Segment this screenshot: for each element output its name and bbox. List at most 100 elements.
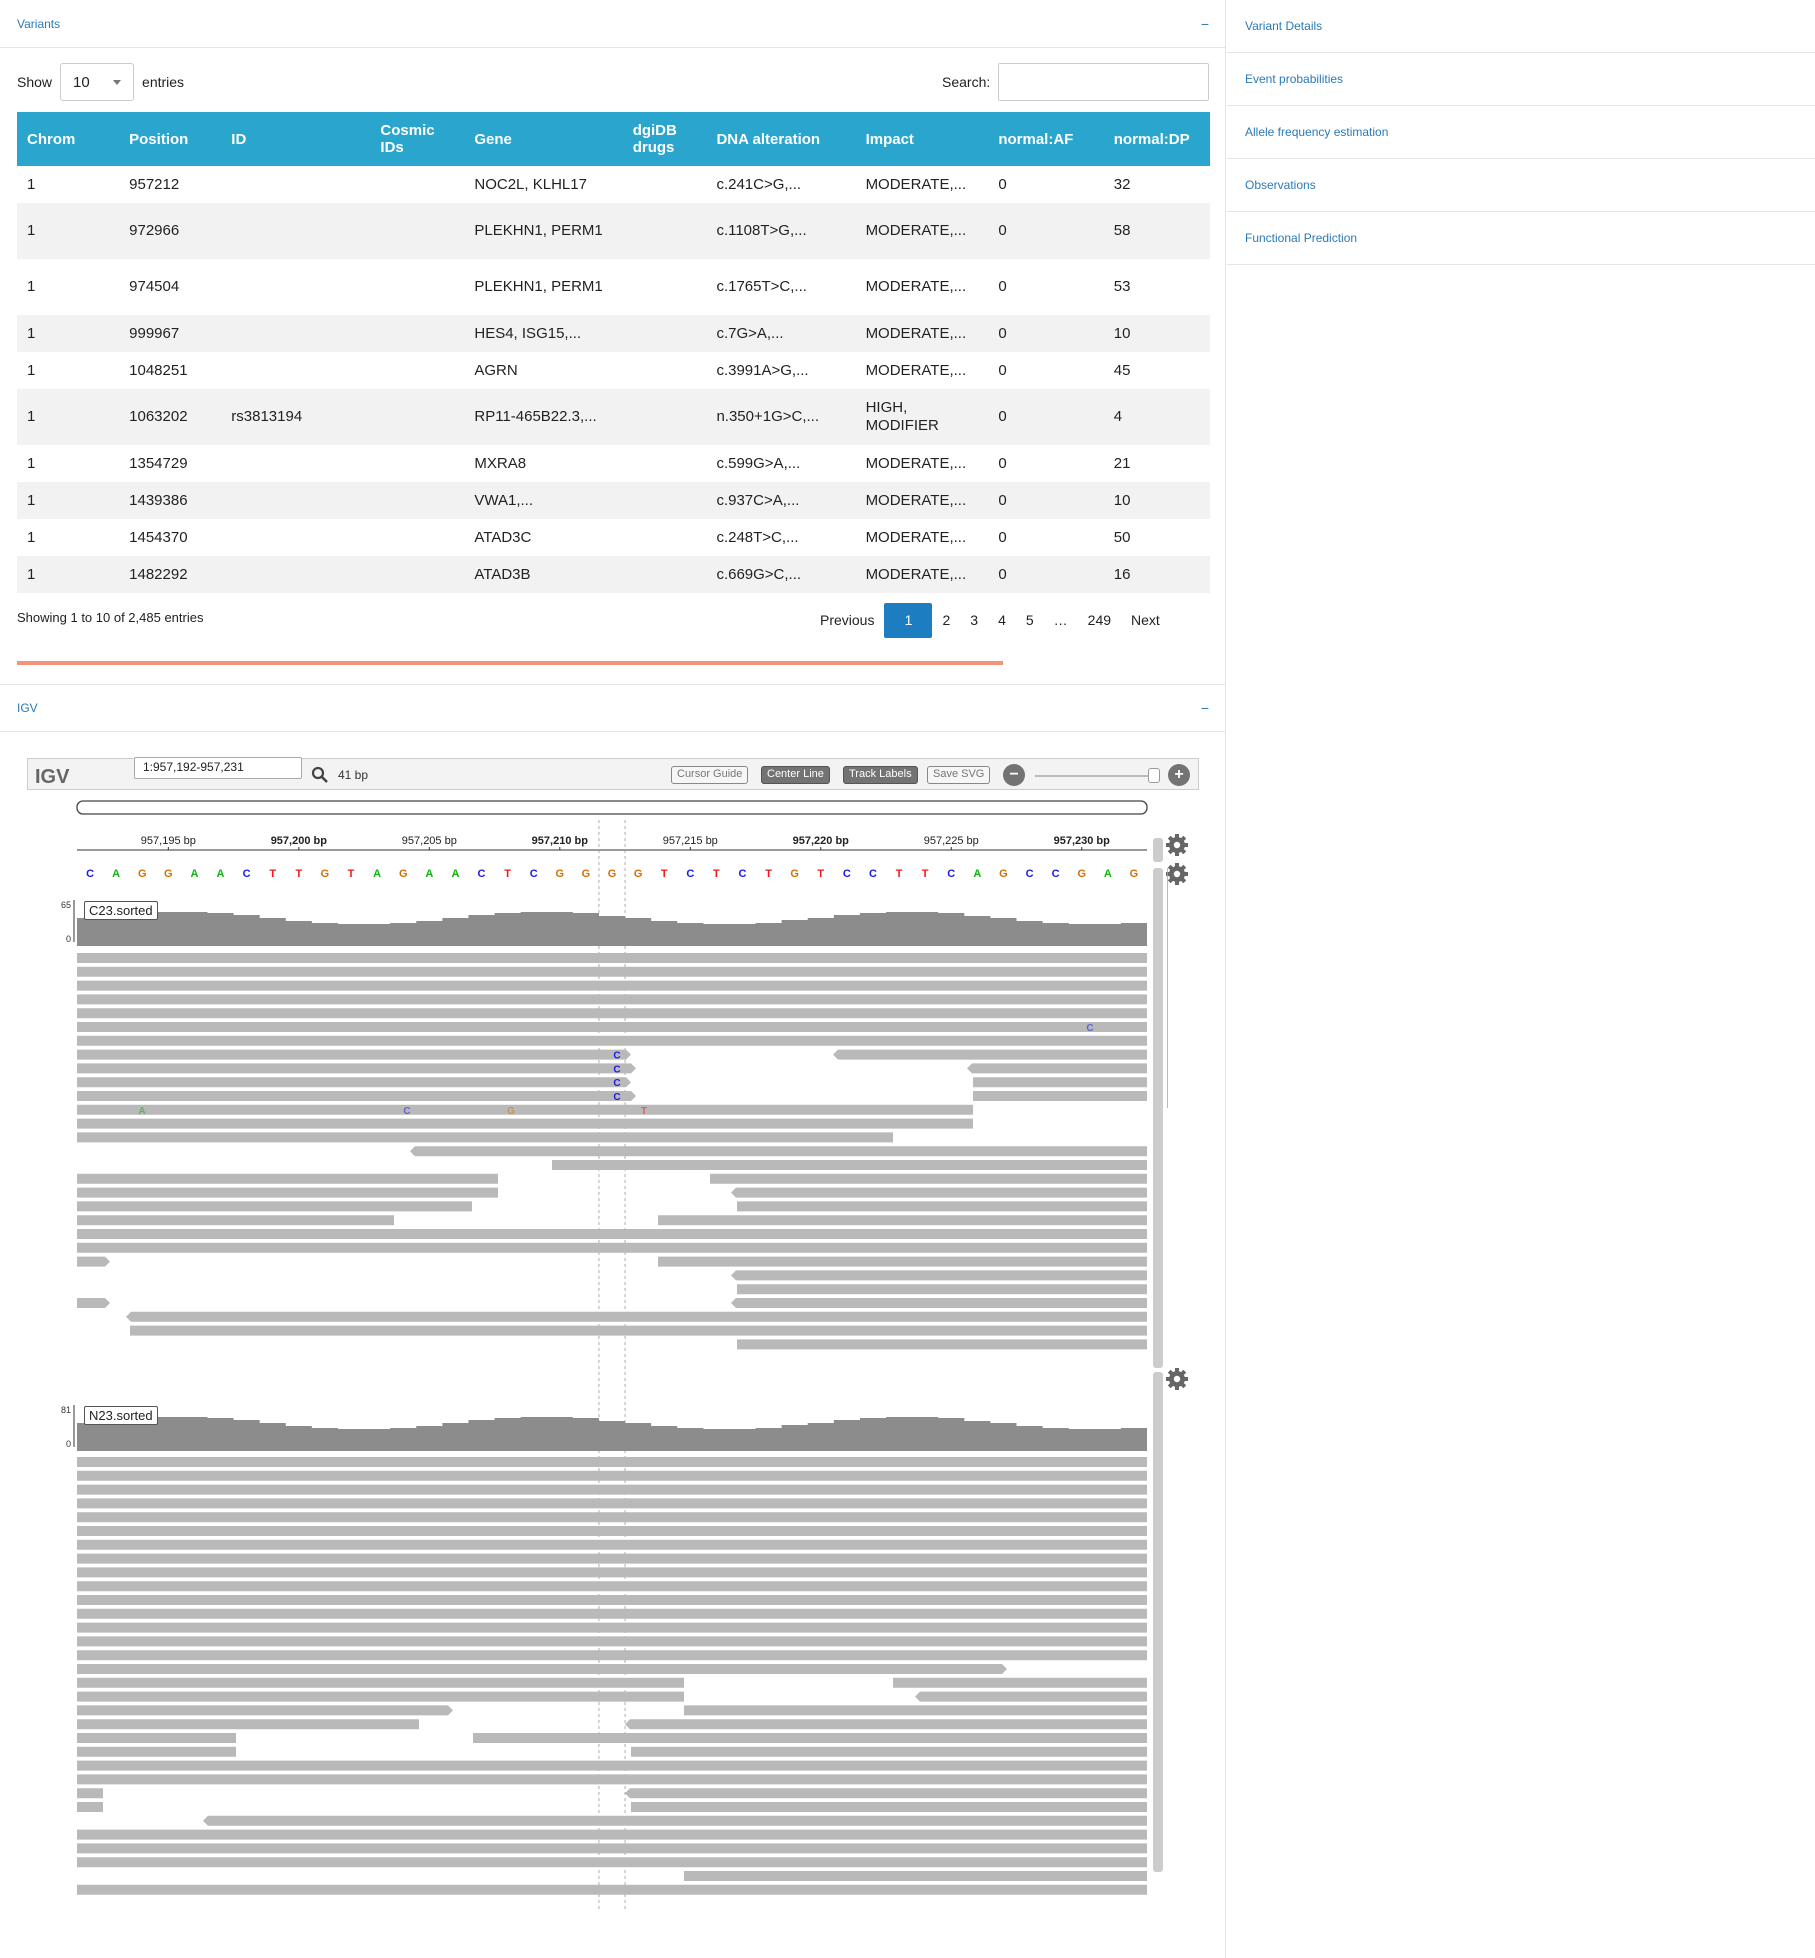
entries-select[interactable]: 10 — [60, 63, 135, 101]
right-panel-item[interactable]: Event probabilities — [1227, 53, 1815, 106]
igv-panel-header[interactable]: IGV − — [0, 684, 1226, 732]
table-cell: AGRN — [474, 361, 518, 379]
page-button[interactable]: 4 — [988, 603, 1016, 638]
search-label: Search: — [942, 74, 991, 90]
table-cell — [370, 556, 465, 593]
mismatch-base: C — [613, 1064, 620, 1075]
table-row[interactable]: 1 999967 HES4, ISG15,... c.7G>A,... MODERATE… — [17, 315, 1210, 352]
igv-toolbar: IGV 1:957,192-957,231 41 bp Cursor Guide… — [27, 757, 1199, 790]
column-header[interactable]: dgiDB drugs — [622, 112, 707, 166]
table-cell: 1063202 — [119, 389, 222, 445]
table-row[interactable]: 1 1439386 VWA1,... c.937C>A,... MODERATE,...… — [17, 482, 1210, 519]
table-row[interactable]: 1 1482292 ATAD3B c.669G>C,... MODERATE,... 0 1… — [17, 556, 1210, 593]
table-row[interactable]: 1 972966 PLEKHN1, PERM1 c.1108T>G,... MODERA… — [17, 203, 1210, 259]
coverage-max-label: 81 — [61, 1405, 71, 1415]
table-row[interactable]: 1 1063202 rs3813194 RP11-465B22.3,... n.350+… — [17, 389, 1210, 445]
coverage-min-label: 0 — [66, 934, 71, 944]
center-line-button[interactable]: Center Line — [761, 766, 830, 784]
alignment-read — [731, 1187, 1147, 1198]
alignment-read — [77, 1746, 236, 1757]
alignment-read — [77, 1022, 1147, 1032]
table-row[interactable]: 1 974504 PLEKHN1, PERM1 c.1765T>C,... MODERA… — [17, 259, 1210, 315]
ruler-tick-label: 957,225 bp — [924, 835, 979, 847]
alignment-read — [77, 1526, 1147, 1536]
collapse-icon[interactable]: − — [1201, 16, 1209, 32]
right-panel-item[interactable]: Allele frequency estimation — [1227, 106, 1815, 159]
mismatch-base: A — [138, 1106, 145, 1117]
previous-page-button[interactable]: Previous — [810, 603, 884, 638]
alignment-read — [77, 1008, 1147, 1019]
table-cell — [370, 166, 464, 203]
next-page-button[interactable]: Next — [1121, 603, 1170, 638]
table-cell: VWA1,... — [464, 482, 623, 519]
search-input[interactable] — [998, 63, 1210, 101]
table-cell — [370, 315, 465, 352]
column-header[interactable]: Impact — [855, 112, 989, 166]
variants-panel-title[interactable]: Variants — [17, 17, 60, 31]
entries-label: entries — [142, 74, 185, 90]
table-cell: 0 — [998, 528, 1007, 546]
right-panel-item[interactable]: Functional Prediction — [1227, 212, 1815, 265]
sequence-base: G — [1077, 868, 1086, 880]
sequence-base: A — [190, 868, 198, 880]
alignment-read — [77, 1035, 1147, 1046]
locus-input[interactable]: 1:957,192-957,231 — [134, 757, 302, 779]
column-header[interactable]: normal:AF — [988, 112, 1104, 166]
table-row[interactable]: 1 1454370 ATAD3C c.248T>C,... MODERATE,... 0 5… — [17, 519, 1210, 556]
alignment-read — [77, 1539, 1147, 1550]
column-header[interactable]: ID — [221, 112, 371, 166]
zoom-in-icon[interactable]: + — [1168, 764, 1190, 786]
sequence-base: A — [425, 868, 433, 880]
table-cell: c.3991A>G,... — [716, 361, 809, 379]
column-header[interactable]: Cosmic IDs — [370, 112, 465, 166]
table-cell — [221, 445, 370, 482]
page-button[interactable]: 5 — [1016, 603, 1044, 638]
entries-length-control: Show 10 entries — [17, 63, 184, 101]
sequence-base: C — [86, 868, 94, 880]
zoom-out-icon[interactable]: − — [1003, 764, 1025, 786]
table-header-row: Chrom Position ID Cosmic IDs Gene dgiDB drugs… — [17, 112, 1210, 166]
table-cell: 50 — [1113, 528, 1131, 546]
table-cell — [370, 352, 464, 389]
alignment-read — [77, 980, 1147, 991]
alignment-read — [77, 1829, 1147, 1840]
table-row[interactable]: 1 1048251 AGRN c.3991A>G,... MODERATE,... 0 45… — [17, 352, 1210, 389]
page-button[interactable]: 2 — [932, 603, 960, 638]
variants-panel-header[interactable]: Variants − — [0, 0, 1226, 48]
page-button[interactable]: … — [1044, 603, 1078, 638]
show-label: Show — [17, 74, 53, 90]
right-panel-item[interactable]: Variant Details — [1227, 0, 1815, 53]
alignment-read — [126, 1311, 1147, 1322]
table-cell: MODERATE,... — [865, 454, 967, 472]
collapse-icon[interactable]: − — [1201, 700, 1209, 716]
igv-panel-title[interactable]: IGV — [17, 701, 38, 715]
page-button[interactable]: 3 — [960, 603, 988, 638]
ruler-tick-label: 957,230 bp — [1054, 835, 1111, 847]
sequence-base: G — [608, 868, 617, 880]
column-header[interactable]: Chrom — [17, 112, 120, 166]
table-cell: n.350+1G>C,... — [706, 389, 856, 445]
table-row[interactable]: 1 957212 NOC2L, KLHL17 c.241C>G,... MODERATE… — [17, 166, 1210, 203]
cursor-guide-button[interactable]: Cursor Guide — [671, 766, 749, 784]
zoom-slider-handle[interactable] — [1148, 768, 1160, 783]
sequence-scrollbar — [1153, 838, 1163, 862]
column-header[interactable]: normal:DP — [1103, 112, 1210, 166]
sequence-base: G — [399, 868, 408, 880]
column-header[interactable]: Position — [119, 112, 222, 166]
page-button[interactable]: 1 — [884, 603, 933, 638]
search-icon[interactable] — [311, 766, 329, 784]
table-row[interactable]: 1 1354729 MXRA8 c.599G>A,... MODERATE,... 0 21… — [17, 445, 1210, 482]
track-labels-button[interactable]: Track Labels — [843, 766, 918, 784]
table-cell: 1 — [17, 556, 120, 593]
variants-table-wrapper: Chrom Position ID Cosmic IDs Gene dgiDB drugs… — [17, 112, 1210, 593]
column-header[interactable]: Gene — [464, 112, 623, 166]
column-header[interactable]: DNA alteration — [706, 112, 856, 166]
sequence-base: T — [661, 868, 668, 880]
alignment-read — [77, 1636, 1147, 1647]
save-svg-button[interactable]: Save SVG — [927, 766, 991, 784]
zoom-slider[interactable] — [1035, 775, 1155, 777]
table-cell: c.599G>A,... — [716, 454, 801, 472]
right-panel-item[interactable]: Observations — [1227, 159, 1815, 212]
page-button[interactable]: 249 — [1078, 603, 1121, 638]
table-cell: MODERATE,... — [855, 203, 989, 259]
